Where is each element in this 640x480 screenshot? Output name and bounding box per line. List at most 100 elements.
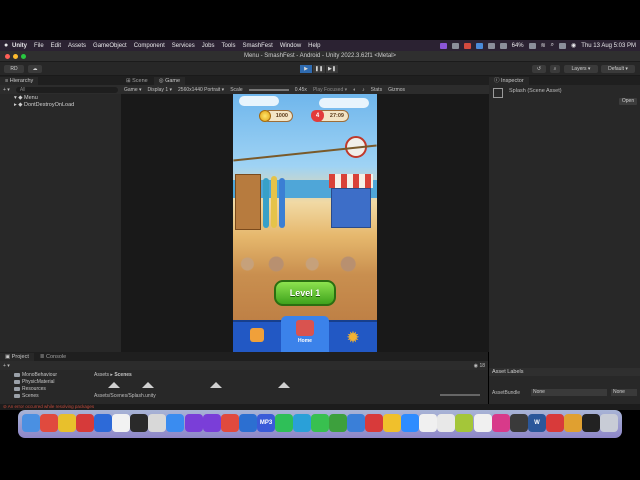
tab-project[interactable]: ▣ Project [0,353,34,361]
dock-unity-icon[interactable] [582,414,600,432]
dock-chrome-icon[interactable] [58,414,76,432]
breadcrumb-assets[interactable]: Assets [94,372,109,378]
asset-variant-dropdown[interactable]: None [611,389,637,396]
menu-help[interactable]: Help [308,43,320,49]
dock-mp3-icon[interactable]: MP3 [257,414,275,432]
scale-slider[interactable] [248,88,289,91]
tab-game[interactable]: ◎ Game [153,77,186,85]
dock-app-p-icon[interactable] [365,414,383,432]
dock-visual-studio-code-icon[interactable] [203,414,221,432]
dock-word-icon[interactable]: W [528,414,546,432]
dock-terminal-icon[interactable] [130,414,148,432]
close-window-icon[interactable] [5,54,10,59]
create-asset-icon[interactable]: + ▾ [3,363,10,369]
dock-app-stripes-icon[interactable] [492,414,510,432]
dock-app-orange-icon[interactable] [564,414,582,432]
history-icon[interactable]: ↺ [532,65,546,73]
wifi-icon[interactable]: ≋ [541,42,546,49]
play-button[interactable]: ▶ [300,65,312,73]
hierarchy-search-input[interactable]: All [15,86,118,93]
dock-app-photo-icon[interactable] [347,414,365,432]
control-center-icon[interactable] [559,42,567,49]
search-toolbar-icon[interactable]: ⌕ [550,65,560,73]
battery-percent[interactable]: 64% [512,43,524,49]
thumbnail-size-slider[interactable] [440,394,480,396]
dock-app-c-icon[interactable] [329,414,347,432]
mute-icon[interactable]: ◐ [353,87,356,93]
gizmos-button[interactable]: Gizmos [388,87,405,93]
folder-item[interactable]: Scenes [14,393,39,399]
dock-app-yellow-icon[interactable] [383,414,401,432]
nav-shop[interactable] [243,322,271,352]
asset-bundle-dropdown[interactable]: None [531,389,607,396]
dock-app-cyan-icon[interactable] [293,414,311,432]
tray-app-icon-3[interactable] [499,42,507,49]
cloud-icon[interactable]: ☁ [28,65,42,73]
folder-item[interactable]: MonoBehaviour [14,372,57,378]
dock-trash-icon[interactable] [600,414,618,432]
step-button[interactable]: ▶❚ [326,65,338,73]
menu-window[interactable]: Window [280,43,301,49]
dock-android-icon[interactable] [455,414,473,432]
menu-jobs[interactable]: Jobs [202,43,215,49]
menu-smashfest[interactable]: SmashFest [242,43,272,49]
maximize-window-icon[interactable] [21,54,26,59]
dock-word-blue-icon[interactable] [94,414,112,432]
dock-zoom-icon[interactable] [401,414,419,432]
hierarchy-item-menu[interactable]: ▾ ◆ Menu [14,95,38,101]
tab-scene[interactable]: ⊞ Scene [121,77,153,85]
dock-app-circle-icon[interactable] [546,414,564,432]
dock-app-compass-icon[interactable] [221,414,239,432]
menu-tools[interactable]: Tools [221,43,235,49]
account-button[interactable]: RD [4,65,24,73]
siri-icon[interactable]: ◉ [571,42,576,49]
audio-icon[interactable]: ♪ [362,87,365,93]
level-button[interactable]: Level 1 [274,280,336,306]
dock-app-doc-icon[interactable] [474,414,492,432]
folder-item[interactable]: PhysicMaterial [14,379,55,385]
layout-dropdown[interactable]: Default ▾ [601,65,635,73]
dock-app-gift-icon[interactable] [437,414,455,432]
play-focused-dropdown[interactable]: Play Focused ▾ [313,87,347,93]
open-button[interactable]: Open [619,98,637,105]
menu-services[interactable]: Services [172,43,195,49]
dock-visual-studio-icon[interactable] [185,414,203,432]
asset-labels-header[interactable]: Asset Labels [489,368,640,376]
pause-button[interactable]: ❚❚ [313,65,325,73]
menu-clock[interactable]: Thu 13 Aug 5:03 PM [581,43,636,49]
breadcrumb-scenes[interactable]: Scenes [114,372,132,378]
tab-hierarchy[interactable]: ≡ Hierarchy [0,77,39,85]
minimize-window-icon[interactable] [13,54,18,59]
layers-dropdown[interactable]: Layers ▾ [564,65,598,73]
hierarchy-item-dontdestroyonload[interactable]: ▸ ◆ DontDestroyOnLoad [14,102,74,108]
search-icon[interactable]: ⌕ [551,42,554,49]
dock-app-blue-icon[interactable] [239,414,257,432]
menu-app-name[interactable]: Unity [12,43,27,49]
folder-item[interactable]: Resources [14,386,46,392]
add-object-icon[interactable]: + ▾ [3,87,10,93]
display-dropdown[interactable]: Display 1 ▾ [148,87,172,93]
tab-inspector[interactable]: ⓘ Inspector [489,77,529,85]
menu-gameobject[interactable]: GameObject [93,43,127,49]
scene-file-thumbnail[interactable] [274,382,294,390]
dock-app-diamond-icon[interactable] [419,414,437,432]
apple-icon[interactable]: ● [4,42,12,49]
dock-chrome-2-icon[interactable] [112,414,130,432]
tab-console[interactable]: ≣ Console [34,353,72,361]
menu-assets[interactable]: Assets [68,43,86,49]
dock-whatsapp-icon[interactable] [275,414,293,432]
dock-finder-icon[interactable] [22,414,40,432]
tray-app-icon-2[interactable] [487,42,495,49]
nav-home[interactable]: Home [281,316,329,352]
tray-red-icon[interactable] [463,42,471,49]
screen-record-icon[interactable] [439,42,447,49]
dock-safari-icon[interactable] [166,414,184,432]
nav-settings[interactable]: ✹ [339,322,367,352]
dock-unity-hub-icon[interactable] [510,414,528,432]
tray-app-icon[interactable] [451,42,459,49]
dock-notes-icon[interactable] [148,414,166,432]
scene-file-thumbnail[interactable] [206,382,226,390]
game-mode-dropdown[interactable]: Game ▾ [124,87,142,93]
game-screen[interactable]: 1000 27:09 4 Level 1 Home ✹ [233,94,377,352]
scene-file-thumbnail[interactable] [138,382,158,390]
